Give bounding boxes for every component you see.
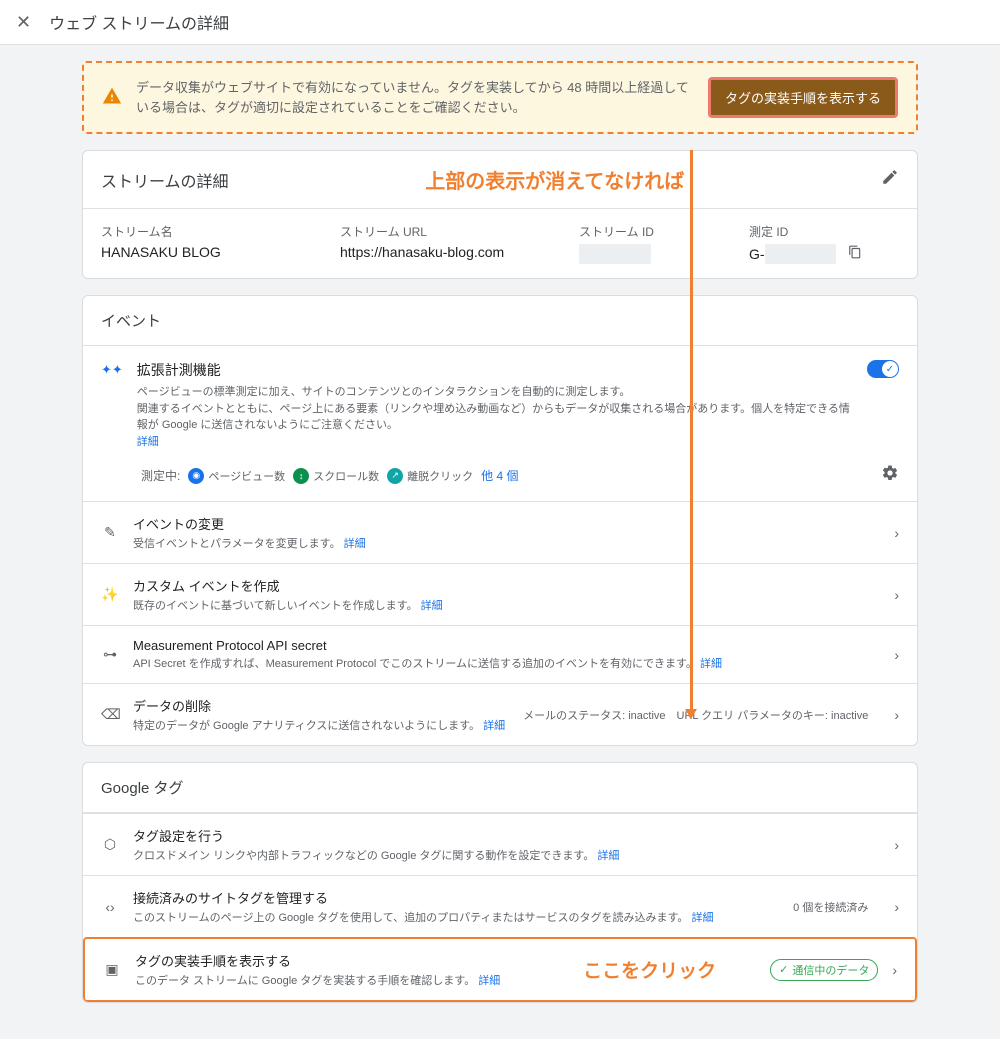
- show-tag-instructions-button[interactable]: タグの実装手順を表示する: [708, 77, 898, 118]
- stream-details-heading: ストリームの詳細: [101, 168, 229, 192]
- other-count-link[interactable]: 他 4 個: [481, 467, 518, 484]
- annotation-top: 上部の表示が消えてなければ: [425, 165, 684, 194]
- pill-outbound: ↗離脱クリック: [387, 468, 473, 484]
- enhanced-measurement-row: ✦✦ 拡張計測機能 ページビューの標準測定に加え、サイトのコンテンツとのインタラ…: [83, 346, 917, 464]
- chevron-right-icon: ›: [894, 587, 899, 603]
- connected-count: 0 個を接続済み: [793, 899, 868, 915]
- sparkle-icon: ✦✦: [101, 362, 123, 378]
- stream-id-label: ストリーム ID: [579, 223, 729, 240]
- tag-instructions-row[interactable]: ▣ タグの実装手順を表示する このデータ ストリームに Google タグを実装…: [83, 937, 917, 1002]
- sparkle-icon: ✨: [101, 586, 119, 603]
- stream-details-card: ストリームの詳細 上部の表示が消えてなければ ストリーム名 HANASAKU B…: [82, 150, 918, 279]
- enhanced-title: 拡張計測機能: [137, 360, 853, 380]
- exit-icon: ↗: [387, 468, 403, 484]
- meas-id-value: [765, 244, 837, 264]
- tag-settings-row[interactable]: ⬡ タグ設定を行う クロスドメイン リンクや内部トラフィックなどの Google…: [83, 813, 917, 875]
- stream-id-value: [579, 244, 651, 264]
- chevron-right-icon: ›: [894, 707, 899, 723]
- tag-icon: ⬡: [101, 836, 119, 853]
- pill-scroll: ↕スクロール数: [293, 468, 379, 484]
- data-deletion-row[interactable]: ⌫ データの削除 特定のデータが Google アナリティクスに送信されないよう…: [83, 683, 917, 745]
- chevron-right-icon: ›: [894, 647, 899, 663]
- wand-icon: ✎: [101, 524, 119, 541]
- stream-url-label: ストリーム URL: [340, 223, 559, 240]
- custom-event-row[interactable]: ✨ カスタム イベントを作成 既存のイベントに基づいて新しいイベントを作成します…: [83, 563, 917, 625]
- annotation-arrowhead: [685, 709, 697, 719]
- chevron-right-icon: ›: [894, 899, 899, 915]
- measuring-label: 測定中:: [141, 467, 180, 484]
- annotation-click: ここをクリック: [583, 956, 716, 983]
- stream-name-label: ストリーム名: [101, 223, 320, 240]
- chevron-right-icon: ›: [894, 525, 899, 541]
- scroll-icon: ↕: [293, 468, 309, 484]
- meas-id-label: 測定 ID: [749, 223, 899, 240]
- meas-id-prefix: G-: [749, 246, 765, 262]
- event-change-row[interactable]: ✎ イベントの変更 受信イベントとパラメータを変更します。 詳細 ›: [83, 501, 917, 563]
- stream-url-value: https://hanasaku-blog.com: [340, 244, 559, 260]
- warning-icon: [102, 86, 122, 109]
- enhanced-desc2: 関連するイベントとともに、ページ上にある要素（リンクや埋め込み動画など）からもデ…: [137, 403, 850, 432]
- chevron-right-icon: ›: [894, 837, 899, 853]
- chevron-right-icon: ›: [892, 962, 897, 978]
- alert-banner: データ収集がウェブサイトで有効になっていません。タグを実装してから 48 時間以…: [82, 61, 918, 134]
- page-title: ウェブ ストリームの詳細: [49, 10, 229, 34]
- key-icon: ⊶: [101, 646, 119, 663]
- alert-text: データ収集がウェブサイトで有効になっていません。タグを実装してから 48 時間以…: [136, 78, 694, 117]
- erase-icon: ⌫: [101, 706, 119, 723]
- pencil-icon[interactable]: [881, 168, 899, 191]
- copy-icon[interactable]: [848, 246, 862, 262]
- pill-pageviews: ◉ページビュー数: [188, 468, 285, 484]
- code-icon: ‹›: [101, 899, 119, 915]
- page-header: ✕ ウェブ ストリームの詳細: [0, 0, 1000, 45]
- events-card: イベント ✦✦ 拡張計測機能 ページビューの標準測定に加え、サイトのコンテンツと…: [82, 295, 918, 746]
- stream-name-value: HANASAKU BLOG: [101, 244, 320, 260]
- gear-icon[interactable]: [881, 464, 899, 487]
- instruction-icon: ▣: [103, 961, 121, 978]
- eye-icon: ◉: [188, 468, 204, 484]
- close-icon[interactable]: ✕: [16, 12, 31, 33]
- enhanced-desc1: ページビューの標準測定に加え、サイトのコンテンツとのインタラクションを自動的に測…: [137, 386, 631, 398]
- enhanced-link[interactable]: 詳細: [137, 436, 159, 448]
- annotation-arrow: [690, 150, 693, 710]
- connected-tags-row[interactable]: ‹› 接続済みのサイトタグを管理する このストリームのページ上の Google …: [83, 875, 917, 937]
- google-tag-card: Google タグ ⬡ タグ設定を行う クロスドメイン リンクや内部トラフィック…: [82, 762, 918, 1003]
- measurement-protocol-row[interactable]: ⊶ Measurement Protocol API secret API Se…: [83, 625, 917, 683]
- events-heading: イベント: [83, 296, 917, 346]
- data-flowing-badge: ✓ 通信中のデータ: [770, 959, 878, 981]
- google-tag-heading: Google タグ: [83, 763, 917, 813]
- enhanced-toggle[interactable]: [867, 360, 899, 378]
